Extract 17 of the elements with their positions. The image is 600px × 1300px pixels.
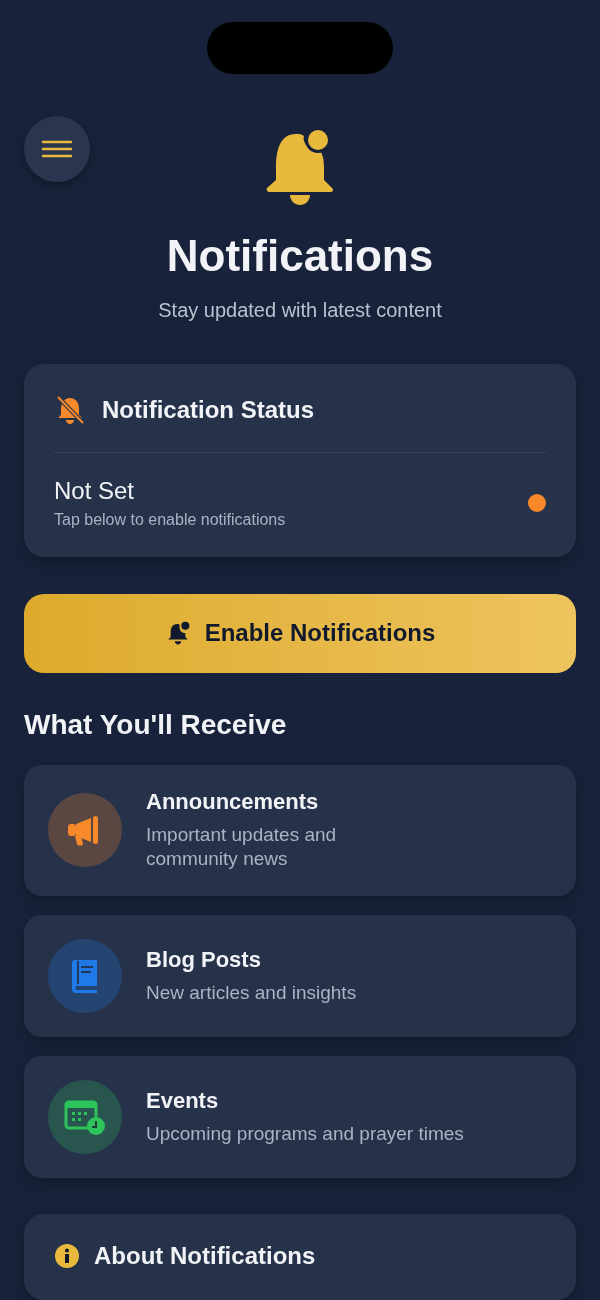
- about-title: About Notifications: [94, 1242, 316, 1270]
- page-title: Notifications: [166, 230, 434, 282]
- feature-title: Announcements: [146, 788, 320, 815]
- bell-icon: [264, 128, 336, 208]
- feature-description: Important updates and community news: [146, 822, 338, 872]
- page-subtitle: Stay updated with latest content: [158, 298, 442, 322]
- section-heading: What You'll Receive: [24, 708, 288, 741]
- feature-description: Upcoming programs and prayer times: [146, 1121, 464, 1146]
- feature-title: Events: [146, 1087, 220, 1114]
- status-title: Notification Status: [102, 395, 314, 424]
- feature-title: Blog Posts: [146, 946, 262, 973]
- info-icon: [54, 1243, 80, 1269]
- menu-icon: [41, 138, 73, 160]
- feature-description: New articles and insights: [146, 980, 357, 1005]
- enable-notifications-button[interactable]: Enable Notifications: [24, 593, 576, 673]
- status-value: Not Set: [54, 476, 136, 505]
- status-hint: Tap below to enable notifications: [54, 510, 286, 529]
